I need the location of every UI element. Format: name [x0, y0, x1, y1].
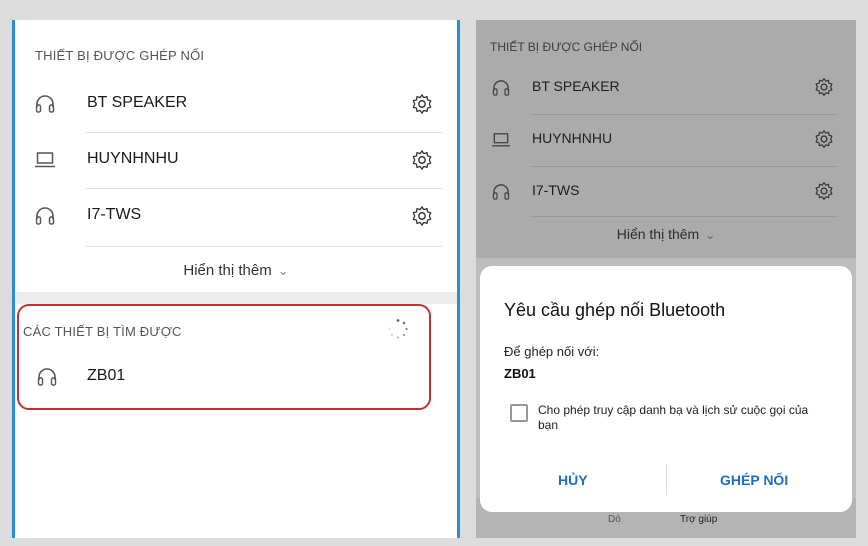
paired-devices-header: THIẾT BỊ ĐƯỢC GHÉP NỐI	[35, 48, 205, 63]
chevron-down-icon: ⌄	[705, 228, 716, 242]
paired-device-bt-speaker[interactable]: BT SPEAKER	[15, 78, 457, 130]
button-divider	[666, 464, 667, 494]
paired-device-bt-speaker[interactable]: BT SPEAKER	[476, 64, 856, 112]
gear-icon[interactable]	[814, 129, 834, 149]
contacts-access-label: Cho phép truy cập danh bạ và lịch sử cuộ…	[538, 403, 809, 432]
gear-icon[interactable]	[814, 181, 834, 201]
show-more-label: Hiển thị thêm	[183, 262, 272, 279]
paired-device-huynhnhu[interactable]: HUYNHNHU	[15, 134, 457, 186]
headphones-icon	[35, 95, 55, 113]
dialog-subtitle: Để ghép nối với:	[504, 344, 600, 359]
headphones-icon	[37, 368, 57, 386]
dialog-device-name: ZB01	[504, 366, 536, 381]
divider	[85, 188, 443, 189]
show-more-label: Hiển thị thêm	[616, 226, 700, 242]
device-label: I7-TWS	[532, 182, 580, 198]
gear-icon[interactable]	[411, 205, 433, 227]
paired-devices-header: THIẾT BỊ ĐƯỢC GHÉP NỐI	[490, 40, 643, 54]
nav-scan[interactable]: Dò	[608, 514, 621, 525]
device-label: I7-TWS	[87, 206, 142, 223]
headphones-icon	[35, 207, 55, 225]
show-more-link[interactable]: Hiển thị thêm ⌄	[476, 226, 856, 242]
device-label: BT SPEAKER	[87, 94, 188, 111]
laptop-icon	[35, 152, 55, 168]
gear-icon[interactable]	[411, 149, 433, 171]
found-devices-header: CÁC THIẾT BỊ TÌM ĐƯỢC	[23, 324, 182, 339]
found-device-zb01[interactable]: ZB01	[17, 352, 429, 404]
device-label: BT SPEAKER	[532, 78, 620, 94]
contacts-access-checkbox[interactable]	[510, 404, 528, 422]
divider	[85, 132, 443, 133]
chevron-down-icon: ⌄	[277, 263, 289, 278]
bluetooth-pairing-dialog: Yêu cầu ghép nối Bluetooth Để ghép nối v…	[480, 266, 852, 512]
dialog-title: Yêu cầu ghép nối Bluetooth	[504, 300, 726, 320]
gear-icon[interactable]	[411, 93, 433, 115]
bluetooth-settings-panel-left: THIẾT BỊ ĐƯỢC GHÉP NỐI BT SPEAKER HUYNHN…	[12, 20, 460, 538]
section-separator	[15, 292, 457, 304]
dimmed-paired-section: THIẾT BỊ ĐƯỢC GHÉP NỐI BT SPEAKER HUYNHN…	[476, 20, 856, 258]
device-label: HUYNHNHU	[87, 150, 179, 167]
paired-device-i7-tws[interactable]: I7-TWS	[476, 168, 856, 216]
headphones-icon	[492, 80, 510, 96]
found-devices-highlight: CÁC THIẾT BỊ TÌM ĐƯỢC ZB01	[17, 304, 431, 410]
device-label: ZB01	[87, 367, 126, 384]
loading-spinner-icon	[388, 319, 408, 339]
paired-device-i7-tws[interactable]: I7-TWS	[15, 190, 457, 242]
divider	[85, 246, 443, 247]
divider	[530, 114, 838, 115]
cancel-button[interactable]: HỦY	[558, 472, 588, 488]
laptop-icon	[492, 133, 510, 147]
divider	[530, 166, 838, 167]
divider	[530, 216, 838, 217]
device-label: HUYNHNHU	[532, 130, 613, 146]
paired-device-huynhnhu[interactable]: HUYNHNHU	[476, 116, 856, 164]
pair-button[interactable]: GHÉP NỐI	[720, 472, 788, 488]
gear-icon[interactable]	[814, 77, 834, 97]
nav-help[interactable]: Trợ giúp	[680, 514, 717, 525]
headphones-icon	[492, 184, 510, 200]
show-more-link[interactable]: Hiển thị thêm ⌄	[15, 262, 457, 279]
